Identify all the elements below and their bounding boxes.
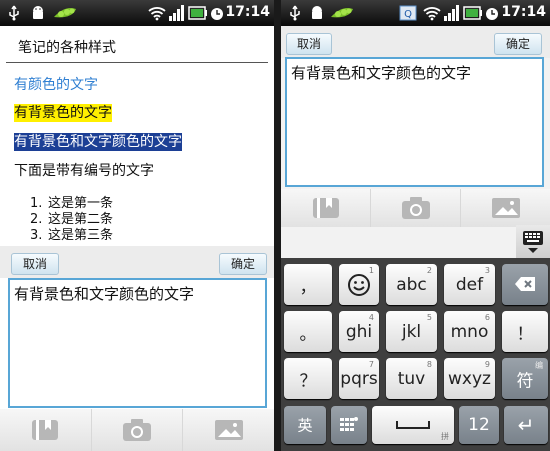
key-layout[interactable] (331, 406, 367, 444)
alarm-icon (486, 8, 498, 20)
wifi-icon (423, 7, 441, 21)
battery-icon (188, 6, 207, 20)
picture-icon (491, 198, 520, 218)
key-question[interactable]: ？ (284, 358, 332, 399)
signal-icon (444, 5, 459, 21)
svg-text:Q: Q (404, 9, 412, 20)
alarm-icon (211, 8, 223, 20)
picture-icon (214, 420, 243, 440)
key-emoji[interactable]: 1 (339, 264, 379, 305)
key-exclamation[interactable]: ！ (502, 311, 548, 352)
cancel-button[interactable]: 取消 (286, 33, 332, 55)
android-debug-icon (33, 6, 43, 19)
camera-icon (123, 419, 151, 441)
clock: 17:14 (225, 4, 270, 20)
note-title: 笔记的各种样式 (18, 40, 116, 56)
keyboard: ， 1 abc 2 def 3 。 ghi 4 jkl 5 mno 6 ！ ？ pqrs 7… (281, 258, 550, 451)
android-debug-icon (312, 6, 322, 19)
camera-button[interactable] (371, 189, 461, 227)
text-input[interactable]: 有背景色和文字颜色的文字 (8, 278, 267, 408)
status-bar: 17:14 (0, 0, 274, 26)
cancel-button[interactable]: 取消 (11, 253, 59, 275)
attachment-toolbar (0, 409, 274, 451)
pea-app-icon (331, 8, 353, 18)
key-mno[interactable]: mno 6 (444, 311, 495, 352)
confirm-button[interactable]: 确定 (494, 33, 542, 55)
background-text-line: 有背景色的文字 (14, 104, 112, 122)
wifi-icon (148, 7, 166, 21)
right-screen: Q 17:14 取消 确定 有背景色和文字颜色的文字 ， 1 abc 2 def 3 (281, 0, 550, 451)
battery-icon (463, 6, 482, 20)
key-pqrs[interactable]: pqrs 7 (339, 358, 379, 399)
left-screen: 17:14 笔记的各种样式 有颜色的文字 有背景色的文字 有背景色和文字颜色的文… (0, 0, 274, 451)
confirm-button[interactable]: 确定 (219, 253, 267, 275)
numbered-intro-line: 下面是带有编号的文字 (14, 163, 154, 179)
attachment-toolbar (281, 189, 550, 227)
usb-icon (9, 5, 19, 21)
bookmark-button[interactable] (281, 189, 371, 227)
smiley-icon (348, 274, 370, 296)
keyboard-hide-icon (523, 231, 543, 253)
clock: 17:14 (501, 4, 546, 20)
status-bar: Q 17:14 (281, 0, 550, 26)
space-icon (396, 421, 430, 429)
key-backspace[interactable] (502, 264, 548, 305)
picture-button[interactable] (461, 189, 550, 227)
key-comma[interactable]: ， (284, 264, 332, 305)
key-enter[interactable]: ↵ (504, 406, 548, 444)
signal-icon (169, 5, 184, 21)
bookmark-icon (312, 198, 339, 218)
backspace-icon (515, 277, 535, 291)
key-period[interactable]: 。 (284, 311, 332, 352)
input-method-icon: Q (399, 5, 417, 21)
key-english[interactable]: 英 (284, 406, 326, 444)
pea-app-icon (54, 8, 76, 18)
divider (6, 62, 268, 63)
keypad-icon (340, 417, 358, 431)
key-ghi[interactable]: ghi 4 (339, 311, 379, 352)
camera-icon (401, 197, 430, 219)
hide-keyboard-button[interactable] (516, 225, 550, 258)
key-abc[interactable]: abc 2 (386, 264, 437, 305)
usb-icon (290, 5, 300, 21)
key-numbers[interactable]: 12 (459, 406, 499, 444)
key-def[interactable]: def 3 (444, 264, 495, 305)
key-jkl[interactable]: jkl 5 (386, 311, 437, 352)
list-item: 3. 这是第三条 (30, 228, 114, 243)
key-symbols[interactable]: 符编 (502, 358, 548, 399)
key-wxyz[interactable]: wxyz 9 (444, 358, 495, 399)
camera-button[interactable] (92, 409, 184, 451)
text-input[interactable]: 有背景色和文字颜色的文字 (285, 57, 544, 187)
bookmark-icon (32, 420, 59, 440)
colored-text-line: 有颜色的文字 (14, 77, 98, 93)
bookmark-button[interactable] (0, 409, 92, 451)
key-tuv[interactable]: tuv 8 (386, 358, 437, 399)
keyboard-top-strip (281, 227, 550, 258)
picture-button[interactable] (183, 409, 274, 451)
background-color-text-line: 有背景色和文字颜色的文字 (14, 133, 182, 151)
key-space[interactable]: 拼 (372, 406, 454, 444)
